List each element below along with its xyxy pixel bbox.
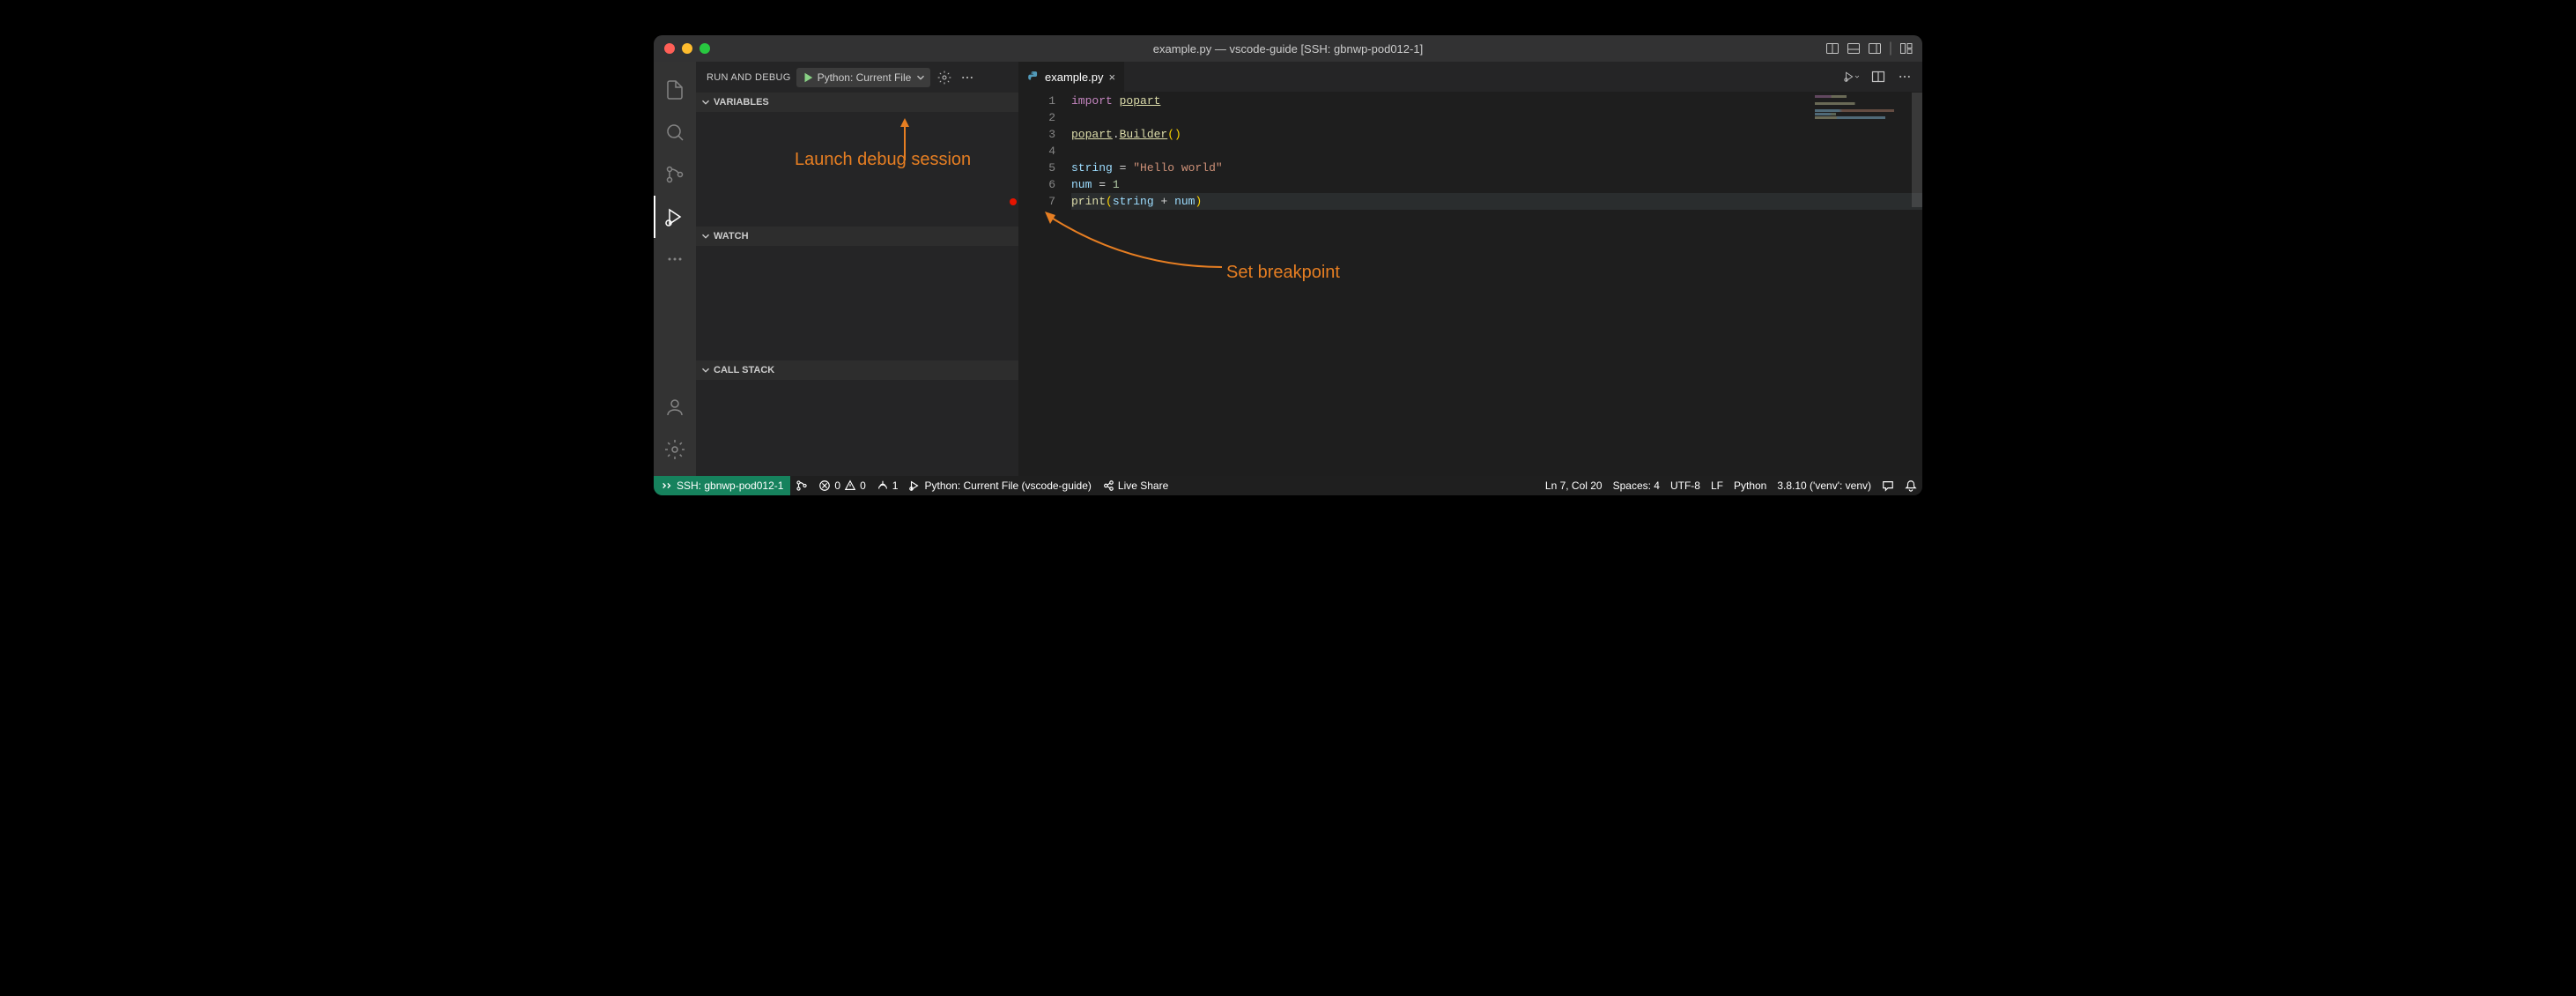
editor-tabs: example.py × [1018, 62, 1922, 93]
debug-config-selector[interactable]: Python: Current File [796, 68, 931, 87]
debug-target-status[interactable]: Python: Current File (vscode-guide) [903, 476, 1096, 495]
window-title: example.py — vscode-guide [SSH: gbnwp-po… [654, 42, 1922, 56]
gutter-line[interactable]: 7 [1018, 193, 1055, 210]
minimap[interactable] [1815, 95, 1912, 130]
close-window-button[interactable] [664, 43, 675, 54]
toggle-bottom-panel-icon[interactable] [1847, 41, 1861, 56]
line-gutter[interactable]: 1234567 [1018, 93, 1071, 476]
accounts-activity[interactable] [654, 386, 696, 428]
debug-settings-icon[interactable] [936, 69, 953, 86]
code-line[interactable]: print(string + num) [1071, 193, 1922, 210]
code-line[interactable]: popart.Builder() [1071, 126, 1922, 143]
gutter-line[interactable]: 6 [1018, 176, 1055, 193]
gutter-line[interactable]: 1 [1018, 93, 1055, 109]
tab-filename: example.py [1045, 71, 1103, 84]
more-activity[interactable] [654, 238, 696, 280]
source-control-activity[interactable] [654, 153, 696, 196]
search-activity[interactable] [654, 111, 696, 153]
traffic-lights [654, 43, 710, 54]
python-file-icon [1027, 71, 1040, 83]
code-line[interactable]: string = "Hello world" [1071, 160, 1922, 176]
run-debug-activity[interactable] [654, 196, 696, 238]
debug-config-label: Python: Current File [818, 71, 912, 84]
feedback-icon[interactable] [1876, 476, 1899, 495]
variables-section-body [696, 112, 1018, 227]
breakpoint-icon[interactable] [1010, 198, 1017, 205]
toggle-right-panel-icon[interactable] [1868, 41, 1882, 56]
gutter-line[interactable]: 5 [1018, 160, 1055, 176]
watch-section-body [696, 246, 1018, 360]
code-content[interactable]: import popart popart.Builder() string = "H… [1071, 93, 1922, 476]
eol-status[interactable]: LF [1706, 476, 1728, 495]
run-file-icon[interactable] [1843, 68, 1861, 85]
more-actions-icon[interactable] [959, 69, 976, 86]
split-editor-icon[interactable] [1869, 68, 1887, 85]
customize-layout-icon[interactable] [1899, 41, 1913, 56]
notifications-icon[interactable] [1899, 476, 1922, 495]
callstack-section-body [696, 380, 1018, 433]
gutter-line[interactable]: 4 [1018, 143, 1055, 160]
chevron-down-icon[interactable] [914, 71, 927, 84]
code-line[interactable] [1071, 143, 1922, 160]
variables-section-header[interactable]: VARIABLES [696, 93, 1018, 112]
language-status[interactable]: Python [1728, 476, 1772, 495]
code-line[interactable]: num = 1 [1071, 176, 1922, 193]
editor-tab[interactable]: example.py × [1018, 62, 1125, 93]
toggle-panel-icon[interactable] [1825, 41, 1839, 56]
settings-activity[interactable] [654, 428, 696, 471]
editor-more-icon[interactable] [1896, 68, 1913, 85]
minimize-window-button[interactable] [682, 43, 692, 54]
titlebar: example.py — vscode-guide [SSH: gbnwp-po… [654, 35, 1922, 62]
explorer-activity[interactable] [654, 69, 696, 111]
editor-body[interactable]: 1234567 import popart popart.Builder() str… [1018, 93, 1922, 476]
callstack-section-header[interactable]: CALL STACK [696, 360, 1018, 380]
source-control-branch[interactable] [790, 476, 813, 495]
close-tab-icon[interactable]: × [1108, 71, 1115, 84]
sidebar-title: RUN AND DEBUG [707, 72, 791, 83]
code-line[interactable]: import popart [1071, 93, 1922, 109]
code-line[interactable] [1071, 109, 1922, 126]
encoding-status[interactable]: UTF-8 [1665, 476, 1706, 495]
cursor-position-status[interactable]: Ln 7, Col 20 [1540, 476, 1608, 495]
live-share-status[interactable]: Live Share [1097, 476, 1173, 495]
remote-indicator[interactable]: SSH: gbnwp-pod012-1 [654, 476, 790, 495]
start-debug-icon[interactable] [802, 71, 814, 84]
indent-status[interactable]: Spaces: 4 [1608, 476, 1665, 495]
vscode-window: example.py — vscode-guide [SSH: gbnwp-po… [654, 35, 1922, 495]
maximize-window-button[interactable] [700, 43, 710, 54]
gutter-line[interactable]: 2 [1018, 109, 1055, 126]
ports-status[interactable]: 1 [871, 476, 904, 495]
activity-bar [654, 62, 696, 476]
editor-area: example.py × 1234567 [1018, 62, 1922, 476]
run-debug-sidebar: RUN AND DEBUG Python: Current File [696, 62, 1018, 476]
interpreter-status[interactable]: 3.8.10 ('venv': venv) [1772, 476, 1876, 495]
gutter-line[interactable]: 3 [1018, 126, 1055, 143]
editor-scrollbar[interactable] [1912, 93, 1922, 207]
statusbar: SSH: gbnwp-pod012-1 0 0 1 Python: Curren… [654, 476, 1922, 495]
problems-status[interactable]: 0 0 [813, 476, 870, 495]
watch-section-header[interactable]: WATCH [696, 227, 1018, 246]
